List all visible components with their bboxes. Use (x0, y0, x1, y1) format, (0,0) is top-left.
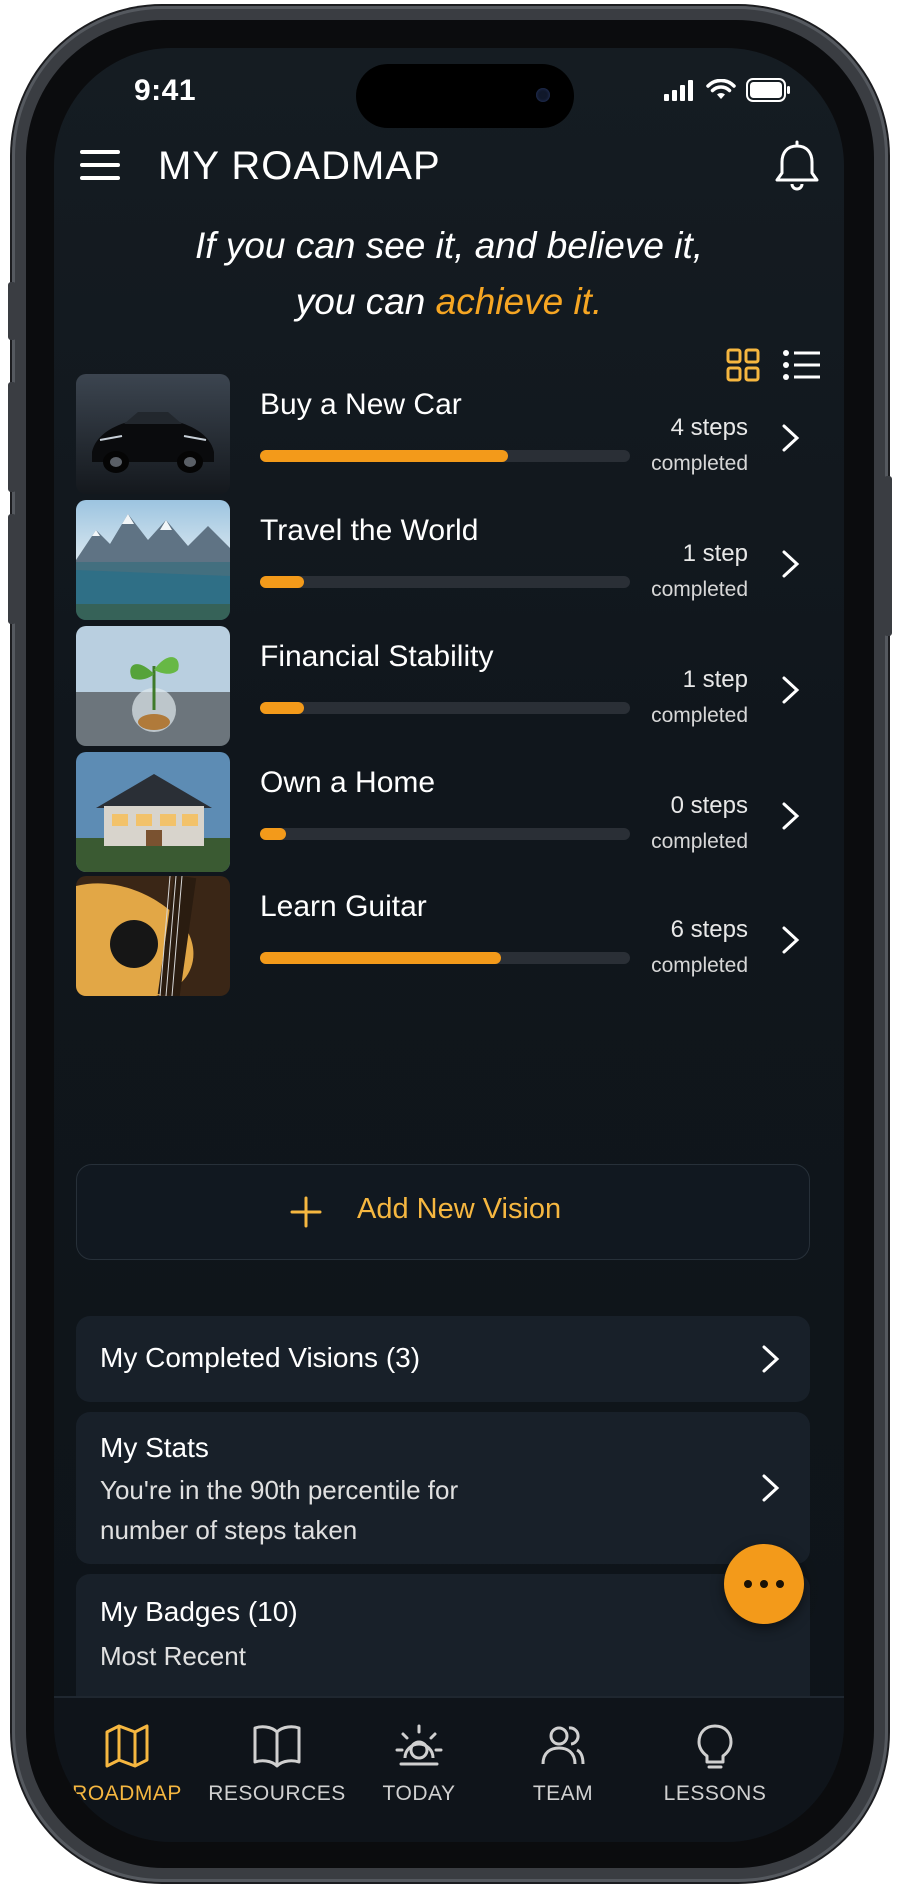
tab-roadmap[interactable]: ROADMAP (54, 1720, 202, 1806)
progress-bar (260, 952, 630, 964)
wifi-icon (706, 79, 736, 99)
tab-today[interactable]: TODAY (344, 1720, 494, 1806)
steps-count: 1 step (682, 540, 748, 567)
battery-icon (746, 78, 790, 102)
progress-bar (260, 828, 630, 840)
progress-fill (260, 828, 286, 840)
bell-icon[interactable] (772, 140, 822, 192)
vision-title: Buy a New Car (260, 388, 462, 421)
progress-fill (260, 702, 305, 714)
chevron-right-icon (782, 926, 800, 954)
add-vision-button[interactable]: Add New Vision (76, 1164, 810, 1260)
tab-label: RESOURCES (208, 1782, 346, 1805)
tab-label: ROADMAP (72, 1782, 182, 1805)
menu-icon[interactable] (76, 146, 122, 184)
quote-highlight: achieve it. (435, 281, 603, 322)
steps-status: completed (651, 954, 748, 977)
tab-label: LESSONS (663, 1782, 767, 1805)
progress-bar (260, 576, 630, 588)
add-vision-label: Add New Vision (357, 1193, 562, 1225)
stats-description: You're in the 90th percentile for number… (100, 1470, 458, 1550)
plant-thumbnail (76, 626, 230, 746)
steps-count: 4 steps (670, 414, 748, 441)
steps-count: 6 steps (670, 916, 748, 943)
tab-label: TODAY (382, 1782, 456, 1805)
vision-row-home[interactable]: Own a Home 0 steps completed (76, 752, 810, 876)
steps-status: completed (651, 704, 748, 727)
chevron-right-icon (782, 676, 800, 704)
status-time: 9:41 (134, 74, 197, 107)
team-icon (541, 1726, 585, 1765)
app-header: MY ROADMAP (76, 130, 822, 200)
vision-title: Travel the World (260, 514, 479, 547)
stats-title: My Stats (100, 1432, 209, 1463)
vision-title: Financial Stability (260, 640, 494, 673)
tab-resources[interactable]: RESOURCES (202, 1720, 352, 1806)
volume-up-button (8, 382, 16, 492)
more-options-button[interactable] (724, 1544, 804, 1624)
dynamic-island (356, 64, 574, 128)
plus-icon (290, 1196, 322, 1228)
map-icon (105, 1724, 149, 1768)
chevron-right-icon (782, 802, 800, 830)
completed-visions-label: My Completed Visions (3) (100, 1342, 421, 1373)
stats-line-2: number of steps taken (100, 1515, 358, 1545)
progress-fill (260, 952, 501, 964)
signal-icon (664, 80, 693, 101)
steps-status: completed (651, 830, 748, 853)
vision-title: Learn Guitar (260, 890, 427, 923)
progress-bar (260, 450, 630, 462)
page-title: MY ROADMAP (158, 144, 441, 188)
badges-subtitle: Most Recent (100, 1641, 246, 1671)
steps-count: 0 steps (670, 792, 748, 819)
badges-title: My Badges (10) (100, 1596, 298, 1627)
lightbulb-icon (697, 1724, 733, 1769)
sun-icon (395, 1724, 443, 1766)
chevron-right-icon (762, 1474, 780, 1502)
stats-line-1: You're in the 90th percentile for (100, 1475, 459, 1505)
steps-status: completed (651, 452, 748, 475)
steps-status: completed (651, 578, 748, 601)
motivational-quote: If you can see it, and believe it, you c… (54, 218, 844, 330)
bottom-tab-bar: ROADMAP RESOURCES TODAY TEAM LESSONS (54, 1696, 844, 1842)
volume-down-button (8, 514, 16, 624)
tab-lessons[interactable]: LESSONS (640, 1720, 790, 1806)
guitar-thumbnail (76, 876, 230, 996)
action-button (8, 282, 16, 340)
chevron-right-icon (762, 1345, 780, 1373)
chevron-right-icon (782, 550, 800, 578)
steps-count: 1 step (682, 666, 748, 693)
tab-label: TEAM (532, 1782, 594, 1805)
power-button (884, 476, 892, 636)
mountains-thumbnail (76, 500, 230, 620)
vision-row-finance[interactable]: Financial Stability 1 step completed (76, 626, 810, 750)
book-icon (253, 1725, 301, 1768)
car-thumbnail (76, 374, 230, 494)
quote-line-2-prefix: you can (295, 281, 436, 322)
tab-team[interactable]: TEAM (488, 1720, 638, 1806)
progress-fill (260, 450, 508, 462)
quote-line-1: If you can see it, and believe it, (194, 225, 704, 266)
progress-fill (260, 576, 305, 588)
house-thumbnail (76, 752, 230, 872)
more-icon (744, 1580, 784, 1588)
status-icons (664, 78, 792, 102)
app-screen: 9:41 MY ROADMAP If you can see it, and b… (54, 48, 844, 1842)
stats-card[interactable]: My Stats You're in the 90th percentile f… (76, 1412, 810, 1564)
vision-row-guitar[interactable]: Learn Guitar 6 steps completed (76, 876, 810, 1000)
quote-line-2: you can achieve it. (54, 274, 844, 330)
badges-card[interactable]: My Badges (10) Most Recent (76, 1574, 810, 1714)
vision-title: Own a Home (260, 766, 436, 799)
progress-bar (260, 702, 630, 714)
vision-row-car[interactable]: Buy a New Car 4 steps completed (76, 374, 810, 498)
completed-visions-card[interactable]: My Completed Visions (3) (76, 1316, 810, 1402)
chevron-right-icon (782, 424, 800, 452)
camera-icon (536, 88, 550, 102)
vision-row-travel[interactable]: Travel the World 1 step completed (76, 500, 810, 624)
